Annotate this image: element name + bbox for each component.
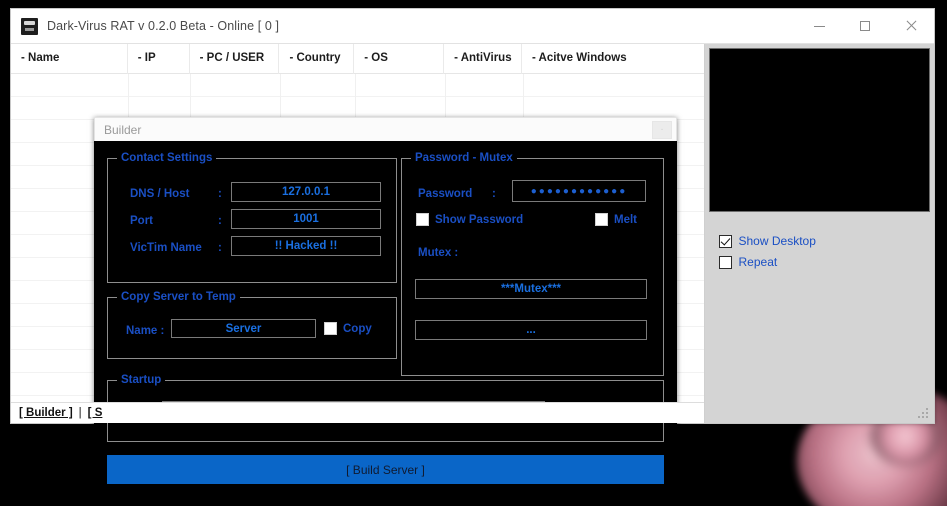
port-input[interactable]: 1001 [231,209,381,229]
option-repeat[interactable]: Repeat [718,255,935,269]
copy-name-label: Name : [126,325,165,337]
column-header-country[interactable]: - Country [279,44,355,74]
mutex-input[interactable]: ***Mutex*** [415,279,647,299]
column-header-active-windows[interactable]: - Acitve Windows [522,44,704,74]
victim-name-colon: : [218,242,222,254]
repeat-label: Repeat [738,255,778,269]
show-desktop-checkbox[interactable] [718,234,732,248]
right-side-panel: Show Desktop Repeat [703,44,935,423]
status-second-link[interactable]: [ S [88,407,103,419]
column-header-pc-user[interactable]: - PC / USER [190,44,280,74]
minimize-icon [813,25,825,27]
show-password-label: Show Password [435,214,524,226]
mutex-label: Mutex : [418,247,459,259]
port-label: Port [130,215,153,227]
copy-server-group: Copy Server to Temp Name : Server Copy [107,291,397,359]
show-desktop-label: Show Desktop [738,234,816,248]
status-builder-link[interactable]: [ Builder ] [19,407,73,419]
close-icon [905,20,917,32]
copy-name-input[interactable]: Server [171,319,316,338]
password-colon: : [492,188,496,200]
copy-checkbox[interactable] [324,322,337,335]
startup-title: Startup [117,374,166,386]
minimize-button[interactable] [796,9,842,43]
skull-icon [21,17,38,35]
builder-close-button[interactable]: · [652,120,672,139]
dns-host-label: DNS / Host [130,188,190,200]
builder-dialog: Builder · Contact Settings DNS / Host : … [94,117,677,486]
contact-settings-group: Contact Settings DNS / Host : 127.0.0.1 … [107,152,397,283]
show-password-checkbox[interactable] [416,213,429,226]
melt-label: Melt [614,214,637,226]
repeat-checkbox[interactable] [718,255,732,269]
column-header-name[interactable]: - Name [11,44,128,74]
option-show-desktop[interactable]: Show Desktop [718,234,935,248]
victim-name-input[interactable]: !! Hacked !! [231,236,381,256]
builder-body: Contact Settings DNS / Host : 127.0.0.1 … [94,141,677,486]
resize-grip[interactable] [918,408,930,420]
mutex-extra-input[interactable]: ... [415,320,647,340]
window-title: Dark-Virus RAT v 0.2.0 Beta - Online [ 0… [47,19,280,33]
column-header-antivirus[interactable]: - AntiVirus [444,44,522,74]
column-header-ip[interactable]: - IP [128,44,190,74]
builder-title-bar[interactable]: Builder · [94,117,677,141]
port-colon: : [218,215,222,227]
status-separator: | [78,407,82,419]
dns-host-colon: : [218,188,222,200]
window-title-bar[interactable]: Dark-Virus RAT v 0.2.0 Beta - Online [ 0… [11,9,934,44]
contact-settings-title: Contact Settings [117,152,217,164]
desktop-background: Dark-Virus RAT v 0.2.0 Beta - Online [ 0… [0,0,947,506]
maximize-button[interactable] [842,9,888,43]
table-row[interactable] [11,74,704,97]
status-bar: [ Builder ] | [ S [11,402,704,423]
remote-options-group: Show Desktop Repeat [705,212,935,276]
close-button[interactable] [888,9,934,43]
window-controls [796,9,934,43]
victim-name-label: VicTim Name [130,242,202,254]
melt-checkbox[interactable] [595,213,608,226]
password-mutex-title: Password - Mutex [411,152,517,164]
column-header-os[interactable]: - OS [354,44,445,74]
build-server-button[interactable]: [ Build Server ] [107,455,664,484]
password-input[interactable]: ●●●●●●●●●●●● [512,180,646,202]
dns-host-input[interactable]: 127.0.0.1 [231,182,381,202]
builder-title: Builder [104,122,142,137]
maximize-icon [860,21,870,31]
copy-label: Copy [343,323,372,335]
copy-server-title: Copy Server to Temp [117,291,240,303]
remote-desktop-preview[interactable] [708,48,930,212]
password-mutex-group: Password - Mutex Password : ●●●●●●●●●●●●… [401,152,664,376]
victim-list-header: - Name - IP - PC / USER - Country - OS -… [11,44,704,74]
password-label: Password [418,188,473,200]
